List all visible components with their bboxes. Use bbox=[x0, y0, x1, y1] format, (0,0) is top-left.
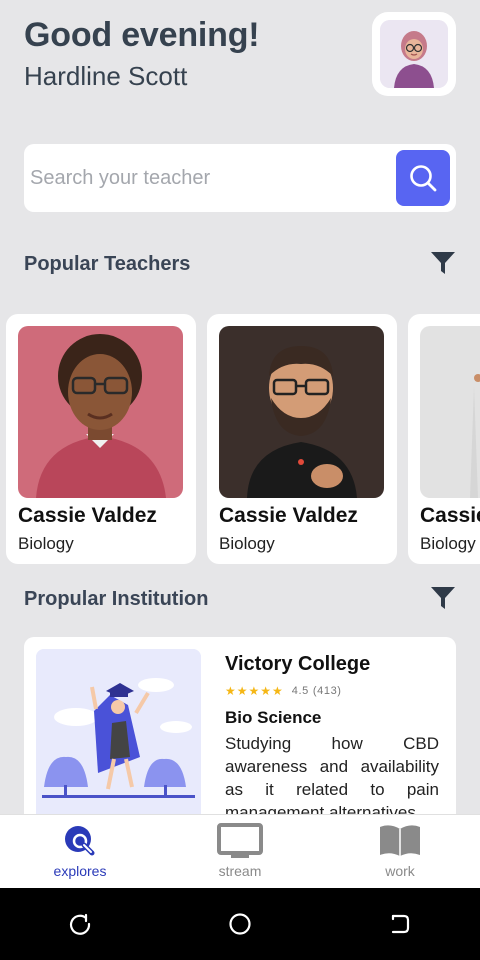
header: Good evening! Hardline Scott bbox=[24, 12, 456, 96]
teacher-photo bbox=[18, 326, 183, 498]
rating-row: ★★★★★ 4.5 (413) bbox=[225, 684, 439, 698]
bottom-navigation: explores stream work bbox=[0, 814, 480, 888]
search-input[interactable] bbox=[30, 158, 390, 198]
search-button[interactable] bbox=[396, 150, 450, 206]
back-icon[interactable] bbox=[388, 912, 412, 936]
nav-label-stream: stream bbox=[218, 863, 262, 879]
teacher-card[interactable]: Cassie Valdez Biology bbox=[6, 314, 196, 564]
teacher-name: Cassie Valdez bbox=[18, 504, 157, 527]
teacher-subject: Biology bbox=[219, 534, 275, 553]
filter-icon[interactable] bbox=[430, 250, 456, 276]
popular-teachers-title: Popular Teachers bbox=[24, 253, 191, 275]
rating-value: 4.5 bbox=[291, 685, 309, 697]
teacher-photo bbox=[420, 326, 480, 498]
institution-card[interactable]: Victory College ★★★★★ 4.5 (413) Bio Scie… bbox=[24, 637, 456, 837]
system-navigation-bar bbox=[0, 888, 480, 960]
teacher-photo bbox=[219, 326, 384, 498]
institution-info: Victory College ★★★★★ 4.5 (413) Bio Scie… bbox=[225, 653, 439, 824]
monitor-icon bbox=[217, 823, 263, 858]
nav-label-explores: explores bbox=[53, 863, 107, 879]
teacher-card[interactable]: Cassie Valdez Biology bbox=[207, 314, 397, 564]
nav-label-work: work bbox=[385, 863, 415, 879]
nav-item-stream[interactable]: stream bbox=[160, 815, 320, 888]
filter-icon[interactable] bbox=[430, 585, 456, 611]
book-icon bbox=[380, 825, 420, 856]
home-icon[interactable] bbox=[228, 912, 252, 936]
nav-item-explores[interactable]: explores bbox=[0, 815, 160, 888]
user-avatar-icon bbox=[380, 20, 448, 88]
teacher-name: Cassie Valdez bbox=[420, 504, 480, 527]
institution-name: Victory College bbox=[225, 653, 371, 675]
search-icon bbox=[410, 165, 437, 192]
search-bar bbox=[24, 144, 456, 212]
teacher-subject: Biology bbox=[18, 534, 74, 553]
explore-search-icon bbox=[65, 826, 95, 856]
avatar[interactable] bbox=[372, 12, 456, 96]
teacher-name: Cassie Valdez bbox=[219, 504, 358, 527]
institution-description: Studying how CBD awareness and availabil… bbox=[225, 734, 439, 822]
graduation-illustration bbox=[36, 649, 201, 837]
rating-stars: ★★★★★ bbox=[225, 684, 284, 698]
nav-item-work[interactable]: work bbox=[320, 815, 480, 888]
institution-department: Bio Science bbox=[225, 708, 322, 727]
teacher-card[interactable]: Cassie Valdez Biology bbox=[408, 314, 480, 564]
rating-count: (413) bbox=[312, 685, 342, 697]
recent-apps-icon[interactable] bbox=[68, 912, 92, 936]
teachers-carousel[interactable]: Cassie Valdez Biology Cassie Valdez Biol… bbox=[0, 314, 480, 564]
teacher-subject: Biology bbox=[420, 534, 476, 553]
popular-institution-title: Propular Institution bbox=[24, 588, 209, 610]
